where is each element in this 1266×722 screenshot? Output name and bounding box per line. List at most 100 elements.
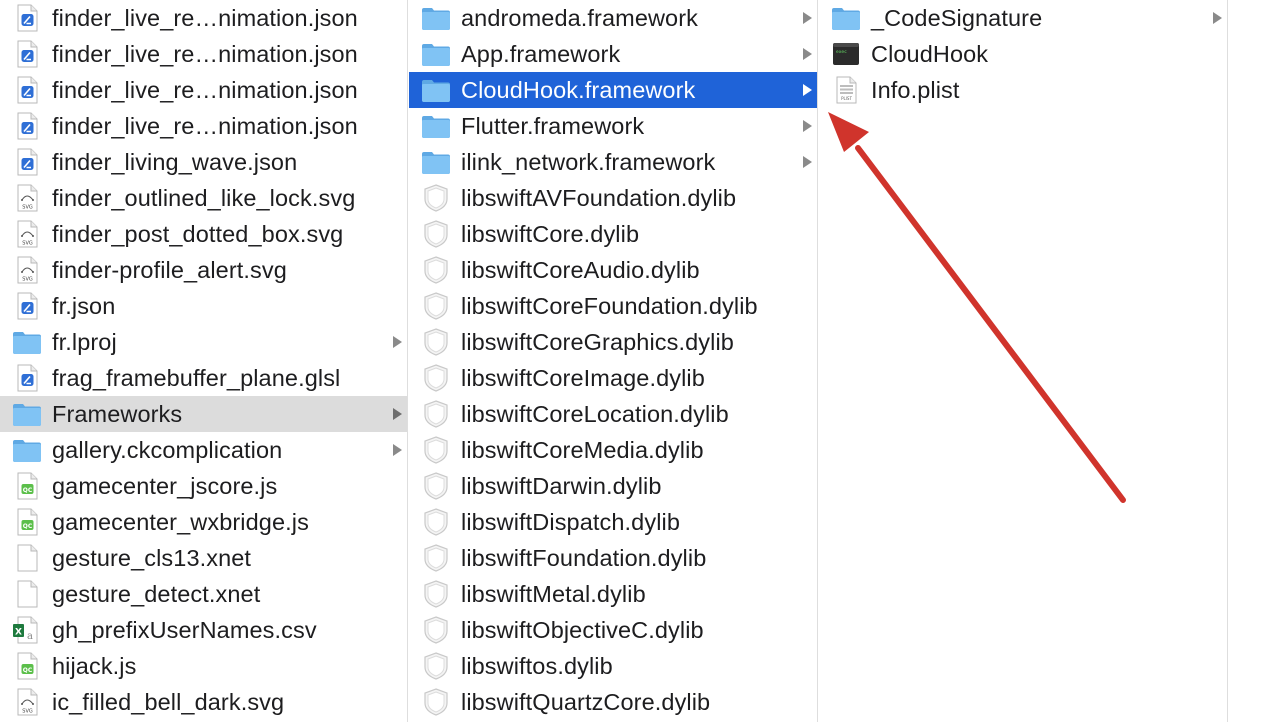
file-row[interactable]: fr.json [0, 288, 407, 324]
dylib-icon [424, 256, 448, 284]
file-row[interactable]: libswiftDispatch.dylib [409, 504, 817, 540]
item-name: libswiftCoreFoundation.dylib [461, 293, 758, 319]
file-row[interactable]: gesture_detect.xnet [0, 576, 407, 612]
file-row[interactable]: finder_live_re…nimation.json [0, 36, 407, 72]
file-row[interactable]: libswiftCoreImage.dylib [409, 360, 817, 396]
item-name: gh_prefixUserNames.csv [52, 617, 317, 643]
column-2[interactable]: andromeda.framework App.framework CloudH… [409, 0, 817, 722]
item-name: libswiftCoreLocation.dylib [461, 401, 729, 427]
item-name: libswiftMetal.dylib [461, 581, 646, 607]
disclosure-arrow-icon[interactable] [803, 156, 812, 168]
exec-file-icon: exec [833, 43, 859, 65]
file-row[interactable]: finder_live_re…nimation.json [0, 108, 407, 144]
folder-icon [422, 44, 450, 66]
file-row[interactable]: libswiftCoreAudio.dylib [409, 252, 817, 288]
file-row[interactable]: libswiftObjectiveC.dylib [409, 612, 817, 648]
item-name: Frameworks [52, 401, 183, 427]
plist-file-icon: PLIST [836, 76, 857, 104]
disclosure-arrow-icon[interactable] [803, 12, 812, 24]
file-row[interactable]: libswiftCoreMedia.dylib [409, 432, 817, 468]
file-row[interactable]: libswiftCoreGraphics.dylib [409, 324, 817, 360]
file-row[interactable]: libswiftFoundation.dylib [409, 540, 817, 576]
dylib-icon [424, 328, 448, 356]
item-name: ilink_network.framework [461, 149, 716, 175]
dylib-icon [424, 436, 448, 464]
file-row[interactable]: finder_live_re…nimation.json [0, 0, 407, 36]
folder-row[interactable]: Frameworks [0, 396, 407, 432]
svg-text:X: X [15, 628, 22, 638]
folder-icon [422, 116, 450, 138]
file-row[interactable]: libswiftDarwin.dylib [409, 468, 817, 504]
folder-icon [422, 80, 450, 102]
item-name: libswiftos.dylib [461, 653, 613, 679]
folder-row[interactable]: andromeda.framework [409, 0, 817, 36]
js-file-icon: QC [17, 472, 38, 500]
folder-row[interactable]: CloudHook.framework [409, 72, 817, 108]
file-row[interactable]: SVG finder_post_dotted_box.svg [0, 216, 407, 252]
file-row[interactable]: exec CloudHook [819, 36, 1227, 72]
item-name: finder_live_re…nimation.json [52, 113, 358, 139]
folder-icon [13, 440, 41, 462]
file-row[interactable]: frag_framebuffer_plane.glsl [0, 360, 407, 396]
svg-text:SVG: SVG [22, 205, 33, 211]
disclosure-arrow-icon[interactable] [803, 120, 812, 132]
item-name: Info.plist [871, 77, 960, 103]
file-row[interactable]: libswiftCore.dylib [409, 216, 817, 252]
item-name: andromeda.framework [461, 5, 699, 31]
file-row[interactable]: finder_live_re…nimation.json [0, 72, 407, 108]
disclosure-arrow-icon[interactable] [803, 48, 812, 60]
json-file-icon [17, 4, 38, 32]
disclosure-arrow-icon[interactable] [393, 408, 402, 420]
item-name: App.framework [461, 41, 621, 67]
disclosure-arrow-icon[interactable] [803, 84, 812, 96]
disclosure-arrow-icon[interactable] [1213, 12, 1222, 24]
dylib-icon [424, 292, 448, 320]
column-3[interactable]: _CodeSignature exec CloudHook PLIST Info.p… [819, 0, 1227, 722]
file-row[interactable]: SVG ic_filled_bell_dark.svg [0, 684, 407, 720]
file-row[interactable]: gesture_cls13.xnet [0, 540, 407, 576]
item-name: libswiftDarwin.dylib [461, 473, 662, 499]
item-name: finder_living_wave.json [52, 149, 298, 175]
item-name: libswiftCoreGraphics.dylib [461, 329, 734, 355]
folder-row[interactable]: ilink_network.framework [409, 144, 817, 180]
dylib-icon [424, 400, 448, 428]
file-row[interactable]: QC hijack.js [0, 648, 407, 684]
disclosure-arrow-icon[interactable] [393, 444, 402, 456]
folder-row[interactable]: Flutter.framework [409, 108, 817, 144]
folder-row[interactable]: _CodeSignature [819, 0, 1227, 36]
file-row[interactable]: finder_living_wave.json [0, 144, 407, 180]
column-divider[interactable] [1227, 0, 1228, 722]
column-divider[interactable] [817, 0, 818, 722]
item-name: libswiftCore.dylib [461, 221, 640, 247]
disclosure-arrow-icon[interactable] [393, 336, 402, 348]
item-name: libswiftCoreImage.dylib [461, 365, 705, 391]
dylib-icon [424, 616, 448, 644]
file-row[interactable]: libswiftQuartzCore.dylib [409, 684, 817, 720]
file-row[interactable]: libswiftMetal.dylib [409, 576, 817, 612]
file-row[interactable]: QC gamecenter_jscore.js [0, 468, 407, 504]
folder-row[interactable]: fr.lproj [0, 324, 407, 360]
item-name: gesture_cls13.xnet [52, 545, 252, 571]
dylib-icon [424, 472, 448, 500]
file-row[interactable]: libswiftCoreFoundation.dylib [409, 288, 817, 324]
json-file-icon [17, 112, 38, 140]
file-row[interactable]: PLIST Info.plist [819, 72, 1227, 108]
svg-file-icon: SVG [17, 688, 38, 716]
blank-file-icon [17, 544, 38, 572]
js-file-icon: QC [17, 508, 38, 536]
file-row[interactable]: SVG finder-profile_alert.svg [0, 252, 407, 288]
file-row[interactable]: QC gamecenter_wxbridge.js [0, 504, 407, 540]
column-divider[interactable] [407, 0, 408, 722]
item-name: libswiftQuartzCore.dylib [461, 689, 711, 715]
folder-icon [832, 8, 860, 30]
folder-row[interactable]: App.framework [409, 36, 817, 72]
folder-row[interactable]: gallery.ckcomplication [0, 432, 407, 468]
column-1[interactable]: finder_live_re…nimation.json finder_live… [0, 0, 407, 722]
file-row[interactable]: libswiftAVFoundation.dylib [409, 180, 817, 216]
file-row[interactable]: SVG finder_outlined_like_lock.svg [0, 180, 407, 216]
dylib-icon [424, 544, 448, 572]
file-row[interactable]: libswiftos.dylib [409, 648, 817, 684]
file-row[interactable]: libswiftCoreLocation.dylib [409, 396, 817, 432]
svg-text:QC: QC [23, 523, 33, 530]
file-row[interactable]: X a gh_prefixUserNames.csv [0, 612, 407, 648]
